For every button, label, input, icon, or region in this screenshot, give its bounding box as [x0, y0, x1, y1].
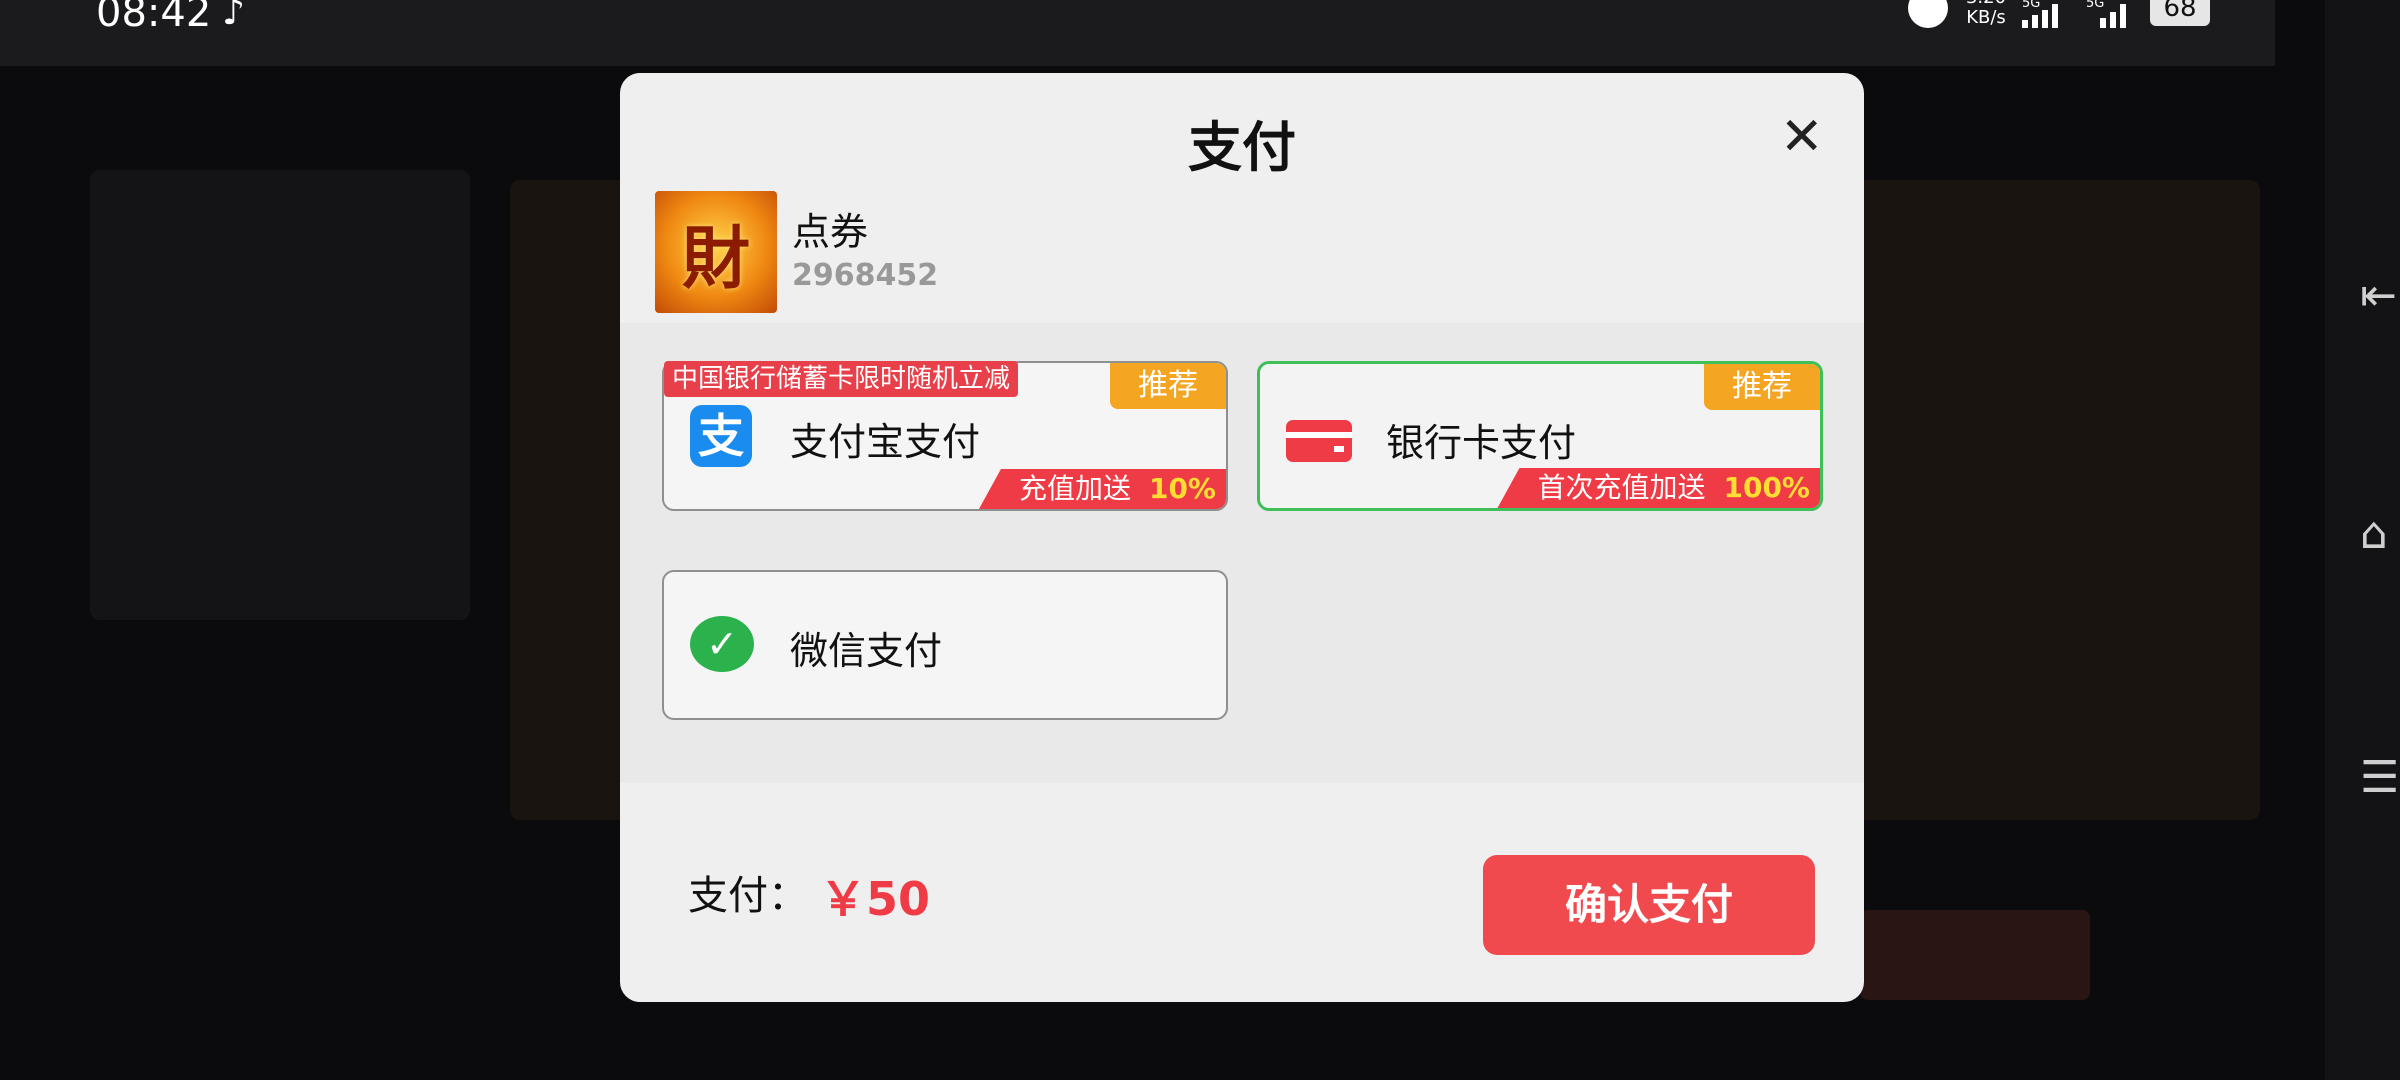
alarm-icon: [1908, 0, 1948, 28]
promo-badge: 首次充值加送 100%: [1497, 468, 1820, 508]
network-speed-unit: KB/s: [1966, 7, 2006, 28]
total-label: 支付：: [688, 873, 808, 919]
promo-value: 10%: [1148, 472, 1216, 505]
payment-option-label: 银行卡支付: [1386, 421, 1577, 465]
wechat-icon: ✓: [690, 616, 754, 672]
signal-icon-sim2: [2100, 0, 2126, 28]
battery-indicator: 68: [2150, 0, 2210, 26]
bank-card-icon: [1286, 420, 1352, 462]
promo-value: 100%: [1723, 471, 1810, 504]
background-panel-left: [90, 170, 470, 620]
status-bar: 08:42 ♪ 3.20 KB/s 5G 5G 68: [0, 0, 2275, 66]
recommend-badge: 推荐: [1704, 364, 1820, 410]
product-image-char: 財: [681, 219, 750, 299]
dialog-title: 支付: [1188, 116, 1296, 179]
promo-badge: 充值加送 10%: [978, 469, 1226, 509]
tiktok-icon: ♪: [222, 0, 245, 33]
payment-option-bank-card[interactable]: 银行卡支付 推荐 首次充值加送 100%: [1257, 361, 1823, 511]
recommend-badge: 推荐: [1110, 363, 1226, 409]
menu-icon[interactable]: ☰: [2360, 752, 2399, 803]
background-button: [1860, 910, 2090, 1000]
payment-dialog: 支付 ✕ 財 点券 2968452 中国银行储蓄卡限时随机立减 支 支付宝支付 …: [620, 73, 1864, 1002]
product-name: 点券: [792, 210, 869, 254]
payment-option-wechat[interactable]: ✓ 微信支付: [662, 570, 1228, 720]
close-icon[interactable]: ✕: [1780, 111, 1824, 163]
network-speed: 3.20 KB/s: [1960, 0, 2012, 28]
product-image: 財: [655, 191, 777, 313]
confirm-pay-button[interactable]: 确认支付: [1483, 855, 1815, 955]
home-icon[interactable]: ⌂: [2360, 508, 2388, 559]
status-time: 08:42: [96, 0, 212, 36]
alipay-icon: 支: [690, 405, 752, 467]
signal-icon-sim1: [2022, 0, 2058, 28]
product-id: 2968452: [792, 258, 939, 293]
total-amount: ￥50: [820, 872, 931, 926]
back-icon[interactable]: ⇤: [2360, 270, 2397, 321]
promo-text: 充值加送: [1018, 472, 1131, 505]
promo-text: 首次充值加送: [1537, 471, 1706, 504]
payment-option-label: 微信支付: [790, 629, 943, 673]
bank-promo-banner: 中国银行储蓄卡限时随机立减: [664, 361, 1019, 397]
payment-option-label: 支付宝支付: [790, 420, 981, 464]
